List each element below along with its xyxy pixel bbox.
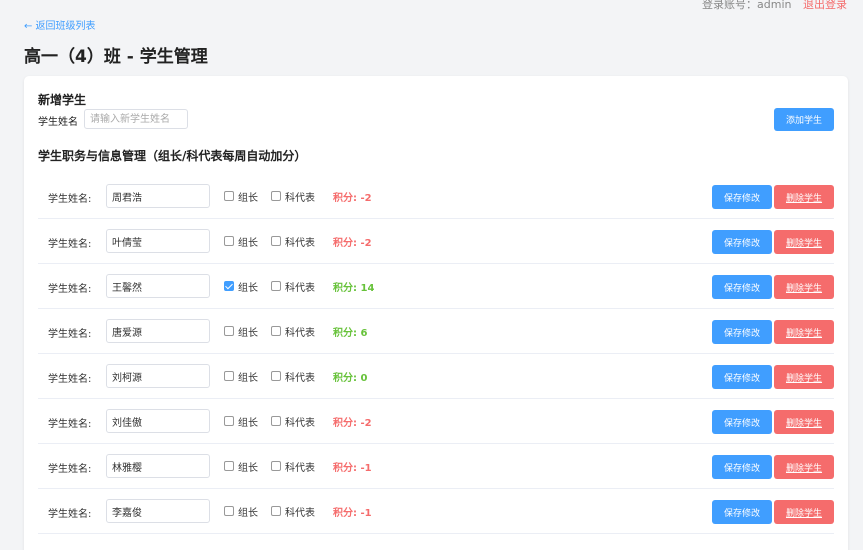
leader-label: 组长 xyxy=(238,238,258,249)
subject-rep-checkbox[interactable] xyxy=(271,281,281,291)
leader-checkbox[interactable] xyxy=(224,506,234,516)
student-row: 学生姓名: 组长 科代表 积分: -2 保存修改删除学生 xyxy=(38,399,834,444)
student-name-input[interactable] xyxy=(106,184,210,208)
student-name-input[interactable] xyxy=(106,364,210,388)
delete-student-button[interactable]: 删除学生 xyxy=(774,230,834,254)
save-changes-button[interactable]: 保存修改 xyxy=(712,185,772,209)
leader-checkbox[interactable] xyxy=(224,281,234,291)
save-changes-button[interactable]: 保存修改 xyxy=(712,230,772,254)
student-row: 学生姓名: 组长 科代表 积分: -1 保存修改删除学生 xyxy=(38,444,834,489)
save-changes-button[interactable]: 保存修改 xyxy=(712,365,772,389)
leader-label: 组长 xyxy=(238,328,258,339)
leader-label: 组长 xyxy=(238,463,258,474)
student-name-label: 学生姓名: xyxy=(48,374,92,385)
leader-checkbox[interactable] xyxy=(224,371,234,381)
score-text: 积分: 0 xyxy=(333,373,368,384)
student-list: 学生姓名:组长科代表积分: -2保存修改删除学生学生姓名:组长科代表积分: -2… xyxy=(38,174,834,534)
add-student-button[interactable]: 添加学生 xyxy=(774,108,834,131)
subject-rep-checkbox[interactable] xyxy=(271,191,281,201)
leader-label: 组长 xyxy=(238,418,258,429)
new-student-title: 新增学生 xyxy=(38,93,87,107)
student-row: 学生姓名: 组长 科代表 积分: -2 保存修改删除学生 xyxy=(38,219,834,264)
student-name-label: 学生姓名: xyxy=(48,419,92,430)
delete-student-button[interactable]: 删除学生 xyxy=(774,455,834,479)
leader-label: 组长 xyxy=(238,508,258,519)
score-text: 积分: -2 xyxy=(333,418,372,429)
subject-rep-label: 科代表 xyxy=(285,373,315,384)
subject-rep-label: 科代表 xyxy=(285,328,315,339)
student-name-label: 学生姓名: xyxy=(48,194,92,205)
delete-student-button[interactable]: 删除学生 xyxy=(774,185,834,209)
score-text: 积分: -2 xyxy=(333,193,372,204)
student-row: 学生姓名: 组长 科代表 积分: -1 保存修改删除学生 xyxy=(38,489,834,534)
subject-rep-checkbox[interactable] xyxy=(271,506,281,516)
save-changes-button[interactable]: 保存修改 xyxy=(712,320,772,344)
student-name-input[interactable] xyxy=(106,454,210,478)
back-to-class-list-link[interactable]: ← 返回班级列表 xyxy=(24,17,96,32)
subject-rep-checkbox[interactable] xyxy=(271,461,281,471)
subject-rep-label: 科代表 xyxy=(285,283,315,294)
student-name-label: 学生姓名: xyxy=(48,284,92,295)
student-name-label: 学生姓名: xyxy=(48,509,92,520)
user-info: 登录账号：admin 退出登录 xyxy=(702,0,847,12)
page-title: 高一（4）班 - 学生管理 xyxy=(24,47,208,67)
leader-checkbox[interactable] xyxy=(224,236,234,246)
delete-student-button[interactable]: 删除学生 xyxy=(774,275,834,299)
student-name-label: 学生姓名: xyxy=(48,464,92,475)
subject-rep-label: 科代表 xyxy=(285,193,315,204)
delete-student-button[interactable]: 删除学生 xyxy=(774,500,834,524)
student-name-label: 学生姓名: xyxy=(48,239,92,250)
student-name-input[interactable] xyxy=(106,499,210,523)
score-text: 积分: 6 xyxy=(333,328,368,339)
student-name-input[interactable] xyxy=(106,319,210,343)
subject-rep-label: 科代表 xyxy=(285,418,315,429)
subject-rep-label: 科代表 xyxy=(285,463,315,474)
delete-student-button[interactable]: 删除学生 xyxy=(774,365,834,389)
student-row: 学生姓名: 组长 科代表 积分: 6 保存修改删除学生 xyxy=(38,309,834,354)
leader-label: 组长 xyxy=(238,373,258,384)
save-changes-button[interactable]: 保存修改 xyxy=(712,500,772,524)
leader-label: 组长 xyxy=(238,283,258,294)
score-text: 积分: -2 xyxy=(333,238,372,249)
student-row: 学生姓名: 组长 科代表 积分: 0 保存修改删除学生 xyxy=(38,354,834,399)
new-student-name-label: 学生姓名 xyxy=(38,117,78,128)
score-text: 积分: -1 xyxy=(333,463,372,474)
score-text: 积分: 14 xyxy=(333,283,375,294)
logout-link[interactable]: 退出登录 xyxy=(803,0,847,11)
account-text: 登录账号：admin xyxy=(702,0,792,11)
leader-label: 组长 xyxy=(238,193,258,204)
save-changes-button[interactable]: 保存修改 xyxy=(712,455,772,479)
student-name-input[interactable] xyxy=(106,409,210,433)
student-management-card: 新增学生 学生姓名 添加学生 学生职务与信息管理（组长/科代表每周自动加分） 学… xyxy=(24,76,848,550)
delete-student-button[interactable]: 删除学生 xyxy=(774,410,834,434)
management-title: 学生职务与信息管理（组长/科代表每周自动加分） xyxy=(38,149,307,163)
score-text: 积分: -1 xyxy=(333,508,372,519)
student-name-input[interactable] xyxy=(106,274,210,298)
delete-student-button[interactable]: 删除学生 xyxy=(774,320,834,344)
subject-rep-checkbox[interactable] xyxy=(271,326,281,336)
subject-rep-checkbox[interactable] xyxy=(271,236,281,246)
subject-rep-label: 科代表 xyxy=(285,238,315,249)
student-row: 学生姓名: 组长 科代表 积分: -2 保存修改删除学生 xyxy=(38,174,834,219)
leader-checkbox[interactable] xyxy=(224,461,234,471)
student-row: 学生姓名: 组长 科代表 积分: 14 保存修改删除学生 xyxy=(38,264,834,309)
new-student-name-input[interactable] xyxy=(84,109,188,129)
leader-checkbox[interactable] xyxy=(224,191,234,201)
save-changes-button[interactable]: 保存修改 xyxy=(712,410,772,434)
subject-rep-checkbox[interactable] xyxy=(271,416,281,426)
leader-checkbox[interactable] xyxy=(224,326,234,336)
save-changes-button[interactable]: 保存修改 xyxy=(712,275,772,299)
subject-rep-label: 科代表 xyxy=(285,508,315,519)
student-name-input[interactable] xyxy=(106,229,210,253)
leader-checkbox[interactable] xyxy=(224,416,234,426)
subject-rep-checkbox[interactable] xyxy=(271,371,281,381)
student-name-label: 学生姓名: xyxy=(48,329,92,340)
